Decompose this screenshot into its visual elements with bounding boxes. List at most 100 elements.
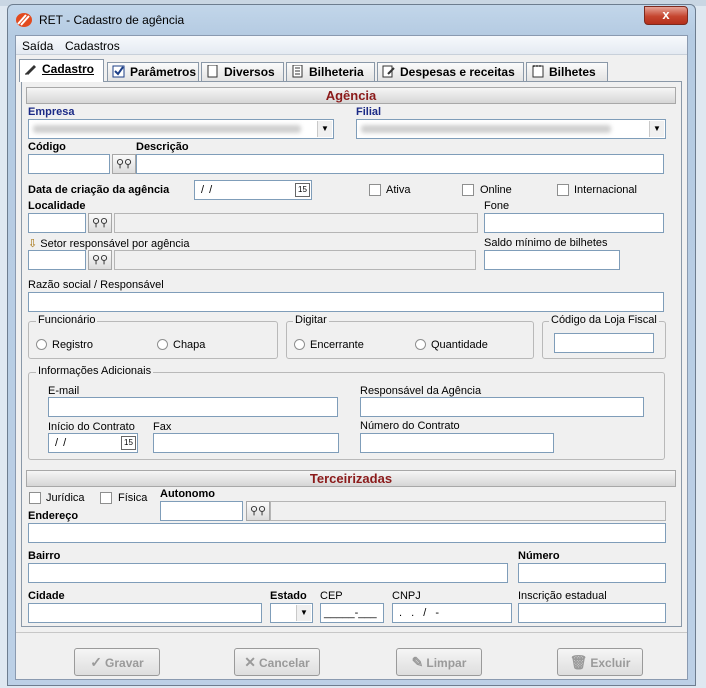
codigo-input[interactable] <box>28 154 110 174</box>
title-bar[interactable]: RET - Cadastro de agência x <box>8 5 695 35</box>
email-input[interactable] <box>48 397 338 417</box>
chevron-down-icon: ▼ <box>649 121 664 137</box>
calendar-icon[interactable]: 15 <box>121 436 136 450</box>
localidade-lookup-button[interactable]: ⚲⚲ <box>88 213 112 233</box>
inscricao-label: Inscrição estadual <box>518 590 607 602</box>
tab-label: Bilheteria <box>309 65 364 79</box>
online-checkbox[interactable] <box>462 184 474 196</box>
bairro-input[interactable] <box>28 563 508 583</box>
menu-cadastros[interactable]: Cadastros <box>65 39 120 53</box>
razao-label: Razão social / Responsável <box>28 279 164 291</box>
juridica-checkbox[interactable] <box>29 492 41 504</box>
gravar-button[interactable]: ✓ Gravar <box>74 648 160 676</box>
close-icon: x <box>662 7 670 22</box>
descricao-label: Descrição <box>136 141 189 153</box>
saldo-input[interactable] <box>484 250 620 270</box>
inicio-contrato-value: / / <box>55 437 68 449</box>
endereco-input[interactable] <box>28 523 666 543</box>
tab-label: Parâmetros <box>130 65 197 79</box>
binoculars-icon: ⚲⚲ <box>91 217 109 229</box>
localidade-description-field <box>114 213 478 233</box>
quantidade-radio[interactable] <box>415 339 426 350</box>
internacional-checkbox[interactable] <box>557 184 569 196</box>
cep-input[interactable]: _____-___ <box>320 603 384 623</box>
close-button[interactable]: x <box>644 6 688 25</box>
tab-bilhetes[interactable]: Bilhetes <box>526 62 608 81</box>
registro-label: Registro <box>52 339 93 351</box>
data-criacao-input[interactable]: / / 15 <box>194 180 312 200</box>
numero-input[interactable] <box>518 563 666 583</box>
cancelar-button[interactable]: ✕ Cancelar <box>234 648 320 676</box>
excluir-button[interactable]: 🗑 Excluir <box>557 648 643 676</box>
info-adicionais-legend: Informações Adicionais <box>36 365 154 377</box>
notepad-icon <box>532 65 544 78</box>
codigo-loja-input[interactable] <box>554 333 654 353</box>
numero-label: Número <box>518 550 560 562</box>
setor-lookup-button[interactable]: ⚲⚲ <box>88 250 112 270</box>
empresa-label: Empresa <box>28 106 75 118</box>
tab-cadastro[interactable]: Cadastro <box>19 59 104 82</box>
setor-input[interactable] <box>28 250 86 270</box>
sheet-icon <box>292 65 303 78</box>
limpar-label: Limpar <box>426 656 467 670</box>
localidade-input[interactable] <box>28 213 86 233</box>
broom-icon: ✎ <box>411 654 424 670</box>
fax-input[interactable] <box>153 433 339 453</box>
fisica-checkbox[interactable] <box>100 492 112 504</box>
estado-label: Estado <box>270 590 307 602</box>
autonomo-input[interactable] <box>160 501 243 521</box>
responsavel-input[interactable] <box>360 397 644 417</box>
menu-saida[interactable]: Saída <box>22 39 53 53</box>
trash-icon: 🗑 <box>569 654 588 670</box>
tab-bilheteria[interactable]: Bilheteria <box>286 62 375 81</box>
cancelar-label: Cancelar <box>259 656 310 670</box>
checkbox-icon <box>112 65 125 78</box>
codigo-loja-legend: Código da Loja Fiscal <box>549 314 659 326</box>
descricao-input[interactable] <box>136 154 664 174</box>
autonomo-lookup-button[interactable]: ⚲⚲ <box>246 501 270 521</box>
inscricao-input[interactable] <box>518 603 666 623</box>
ativa-label: Ativa <box>386 184 411 196</box>
tab-strip: Cadastro Parâmetros Diversos Bilheteria … <box>16 56 687 82</box>
empresa-value <box>33 125 301 133</box>
pencil-icon <box>25 65 36 75</box>
tab-despesas-receitas[interactable]: Despesas e receitas <box>377 62 524 81</box>
chapa-label: Chapa <box>173 339 206 351</box>
setor-label: ⇩ Setor responsável por agência <box>28 237 190 250</box>
localidade-label: Localidade <box>28 200 86 212</box>
empresa-select[interactable]: ▼ <box>28 119 334 139</box>
codigo-label: Código <box>28 141 66 153</box>
calendar-icon[interactable]: 15 <box>295 183 310 197</box>
tab-label: Cadastro <box>42 62 95 76</box>
inicio-contrato-input[interactable]: / / 15 <box>48 433 138 453</box>
data-criacao-label: Data de criação da agência <box>28 184 170 196</box>
fone-input[interactable] <box>484 213 664 233</box>
codigo-lookup-button[interactable]: ⚲⚲ <box>112 154 136 174</box>
encerrante-radio[interactable] <box>294 339 305 350</box>
cnpj-input[interactable]: . . / - <box>392 603 512 623</box>
chapa-radio[interactable] <box>157 339 168 350</box>
cnpj-label: CNPJ <box>392 590 421 602</box>
dialog-window: RET - Cadastro de agência x Saída Cadast… <box>7 4 696 686</box>
numero-contrato-input[interactable] <box>360 433 554 453</box>
excluir-label: Excluir <box>590 656 631 670</box>
filial-value <box>361 125 611 133</box>
tab-label: Diversos <box>224 65 275 79</box>
responsavel-label: Responsável da Agência <box>360 385 482 397</box>
chevron-down-icon: ▼ <box>296 605 311 621</box>
data-criacao-value: / / <box>201 184 214 196</box>
ativa-checkbox[interactable] <box>369 184 381 196</box>
cidade-input[interactable] <box>28 603 262 623</box>
terceirizadas-header: Terceirizadas <box>26 470 676 487</box>
tab-diversos[interactable]: Diversos <box>201 62 284 81</box>
limpar-button[interactable]: ✎ Limpar <box>396 648 482 676</box>
estado-select[interactable]: ▼ <box>270 603 313 623</box>
cidade-label: Cidade <box>28 590 65 602</box>
tab-parametros[interactable]: Parâmetros <box>107 62 199 81</box>
tab-panel-cadastro: Agência Empresa ▼ Filial ▼ Código ⚲⚲ Des… <box>21 81 682 627</box>
filial-select[interactable]: ▼ <box>356 119 666 139</box>
binoculars-icon: ⚲⚲ <box>115 158 133 170</box>
razao-input[interactable] <box>28 292 664 312</box>
registro-radio[interactable] <box>36 339 47 350</box>
email-label: E-mail <box>48 385 80 397</box>
